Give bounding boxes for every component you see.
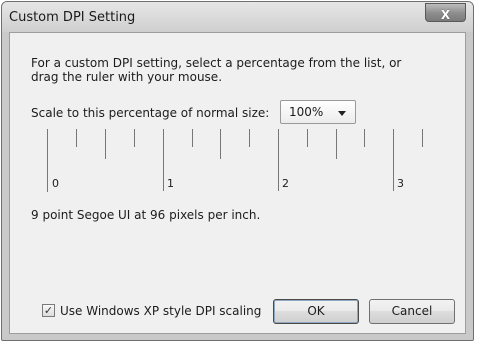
ruler-tick	[134, 129, 135, 147]
font-size-info: 9 point Segoe UI at 96 pixels per inch.	[31, 208, 261, 222]
close-icon: X	[440, 8, 451, 22]
ruler-label: 2	[282, 177, 289, 190]
ruler-tick	[105, 129, 106, 159]
ruler-tick	[307, 129, 308, 147]
ruler-tick	[76, 129, 77, 147]
title-bar[interactable]: Custom DPI Setting X	[2, 2, 473, 32]
ok-button[interactable]: OK	[273, 299, 359, 324]
ruler-label: 3	[397, 177, 404, 190]
ruler-tick	[249, 129, 250, 147]
xp-scaling-label[interactable]: Use Windows XP style DPI scaling	[60, 304, 261, 318]
instructions-text: For a custom DPI setting, select a perce…	[31, 56, 402, 84]
ruler-tick	[364, 129, 365, 147]
ruler-tick	[192, 129, 193, 147]
chevron-down-icon	[338, 111, 346, 116]
ruler-tick	[278, 129, 279, 191]
dpi-ruler[interactable]: 0 1 2 3	[47, 129, 436, 192]
cancel-button[interactable]: Cancel	[369, 299, 455, 324]
ruler-tick	[163, 129, 164, 191]
ruler-tick	[336, 129, 337, 159]
ruler-tick	[422, 129, 423, 147]
xp-scaling-checkbox[interactable]: ✓	[42, 304, 55, 317]
ruler-label: 0	[52, 177, 59, 190]
close-button[interactable]: X	[425, 3, 466, 22]
scale-label: Scale to this percentage of normal size:	[31, 106, 270, 120]
ruler-tick	[393, 129, 394, 191]
ruler-label: 1	[167, 177, 174, 190]
scale-percentage-dropdown[interactable]: 100%	[280, 100, 356, 124]
ruler-tick	[220, 129, 221, 159]
dialog-title: Custom DPI Setting	[9, 10, 136, 25]
scale-percentage-value: 100%	[289, 105, 324, 119]
